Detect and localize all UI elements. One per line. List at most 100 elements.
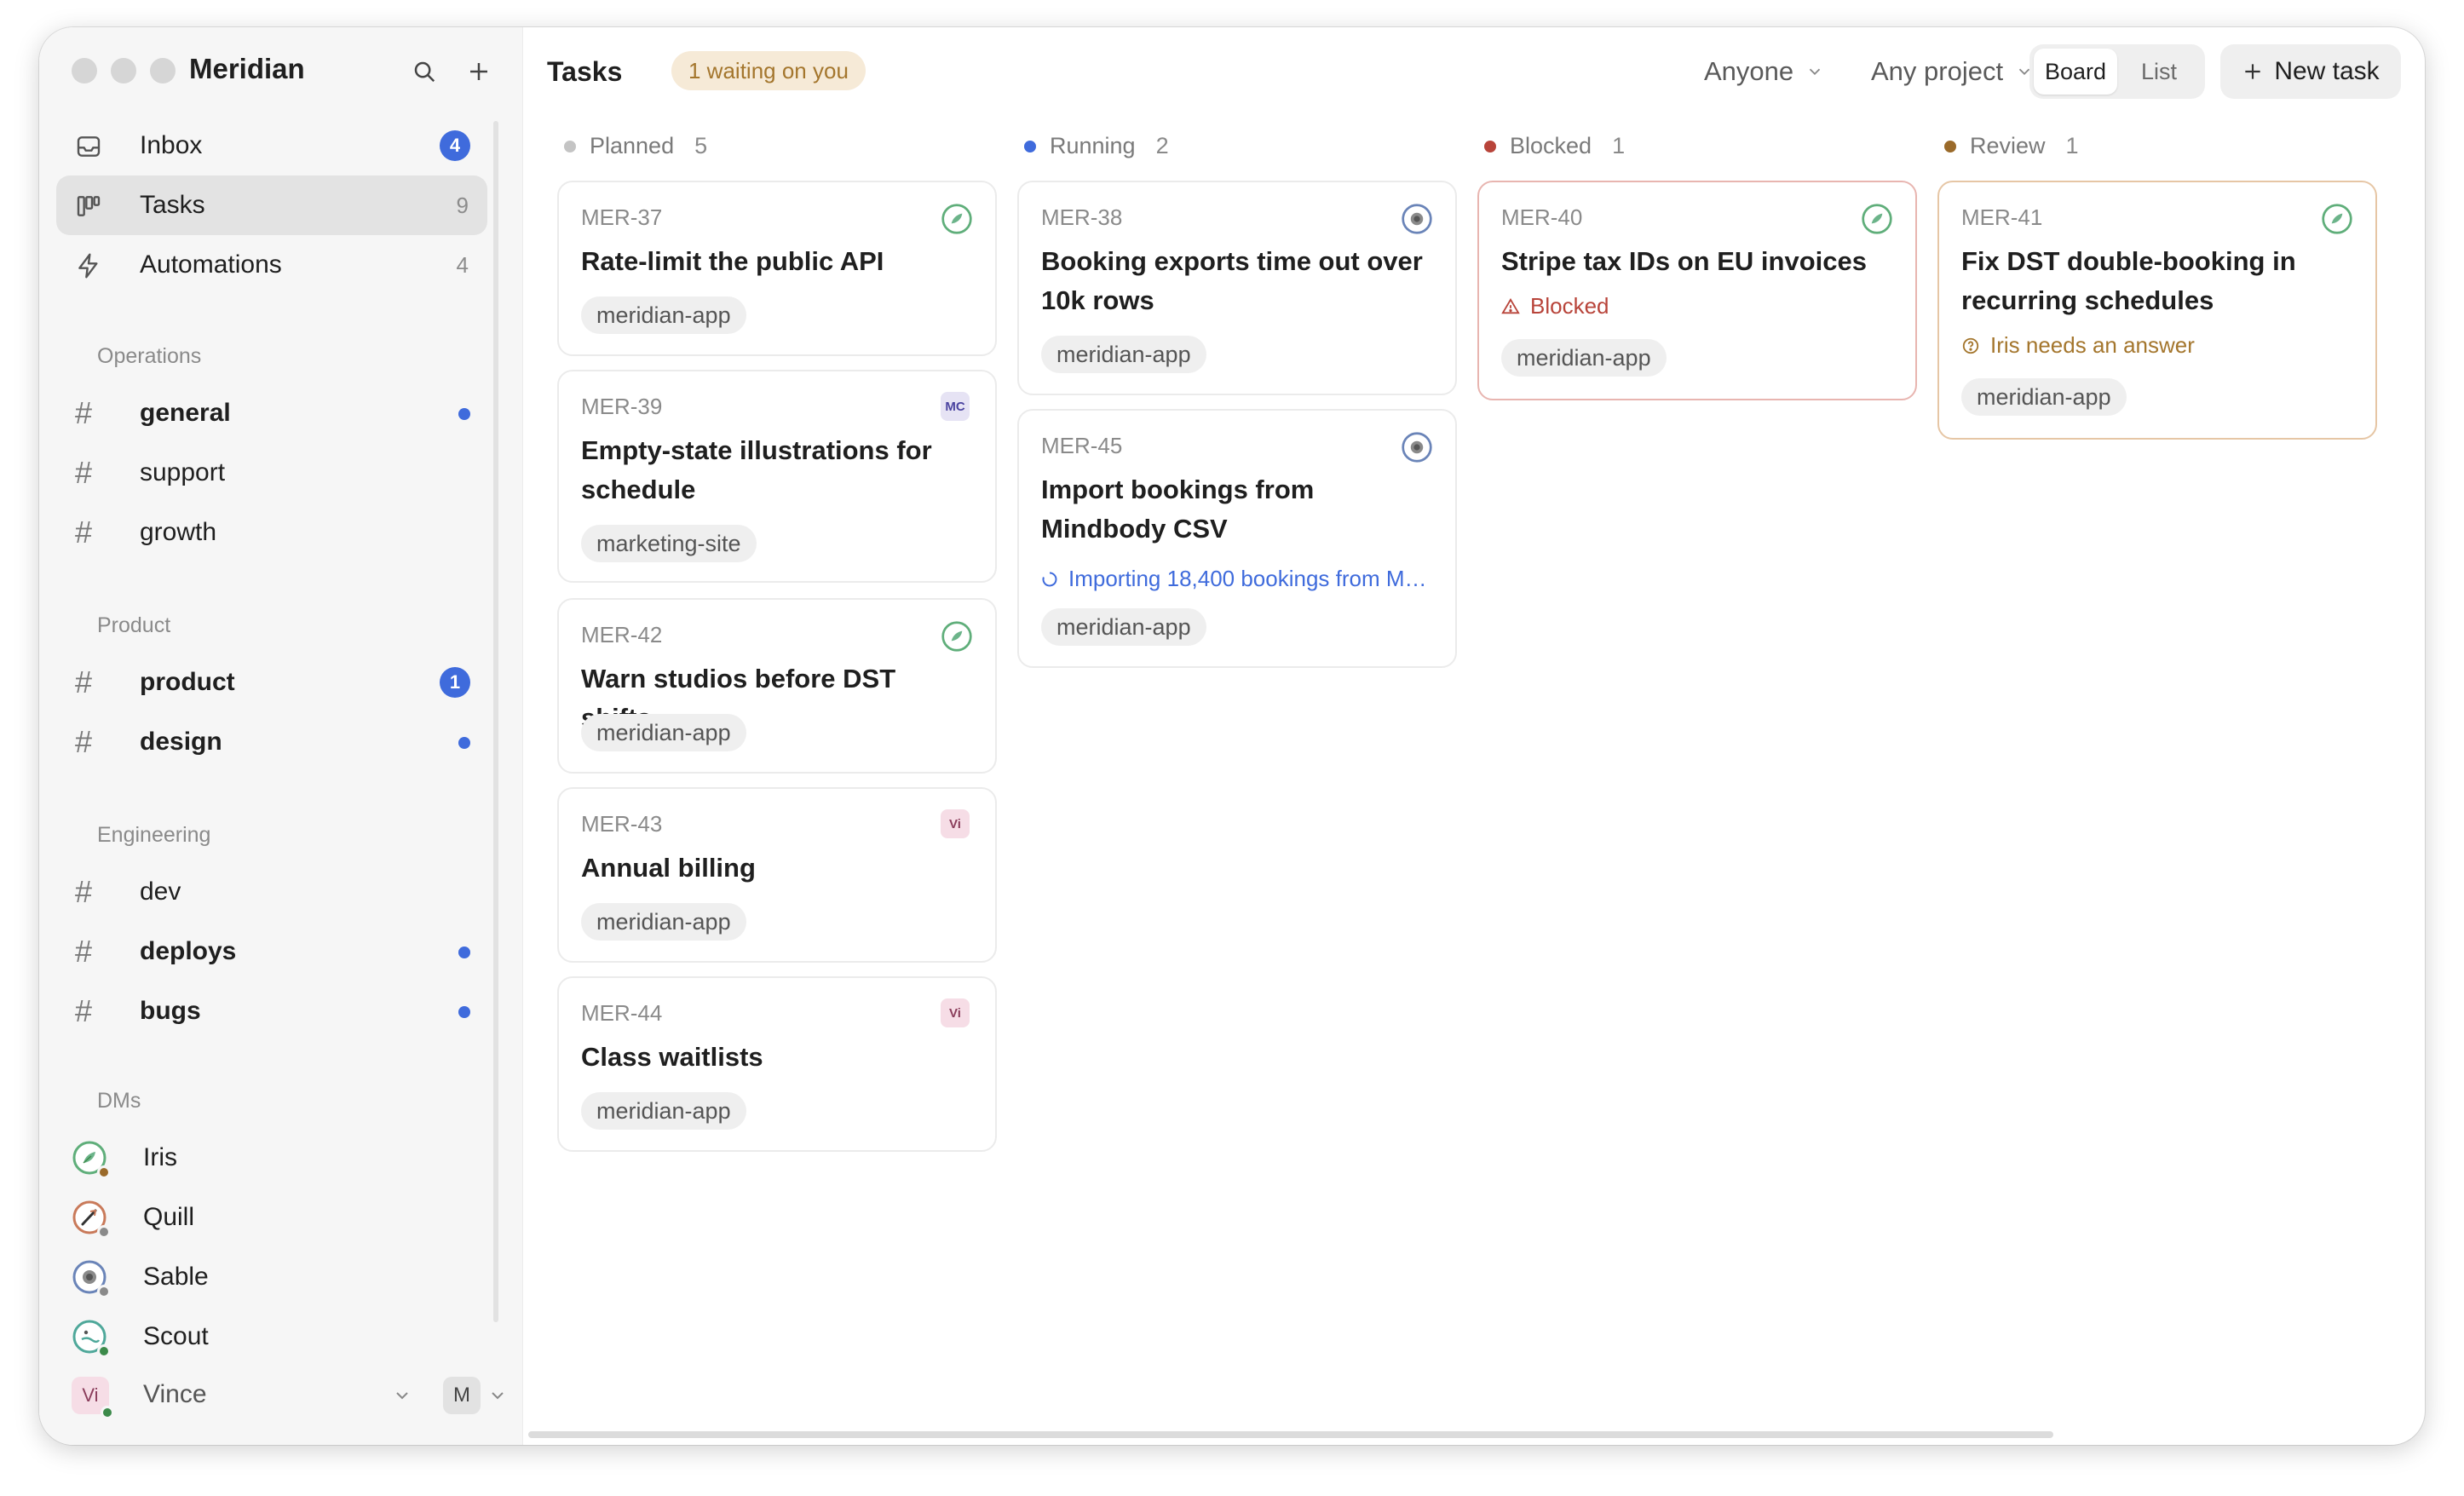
lightning-icon bbox=[78, 253, 98, 279]
presence-indicator bbox=[97, 1285, 111, 1298]
waiting-badge[interactable]: 1 waiting on you bbox=[671, 51, 866, 90]
section-title-product: Product bbox=[97, 613, 171, 637]
avatar: MC bbox=[941, 392, 973, 424]
task-status-text: Iris needs an answer bbox=[1990, 332, 2195, 358]
leaf-agent-icon bbox=[941, 621, 972, 652]
dm-label: Quill bbox=[143, 1203, 195, 1231]
task-id: MER-45 bbox=[1041, 433, 1123, 458]
minimize-window-button[interactable] bbox=[111, 58, 136, 83]
task-id: MER-40 bbox=[1501, 204, 1583, 230]
unread-dot bbox=[458, 737, 470, 749]
column-count: 2 bbox=[1155, 133, 1169, 158]
column-count: 5 bbox=[694, 133, 708, 158]
project-tag: meridian-app bbox=[581, 903, 746, 941]
chevron-down-icon[interactable] bbox=[487, 1385, 508, 1406]
presence-indicator bbox=[101, 1406, 114, 1419]
leaf-agent-icon bbox=[941, 204, 972, 234]
section-title-dms: DMs bbox=[97, 1089, 141, 1113]
hash-icon: # bbox=[75, 993, 93, 1028]
avatar: Vi bbox=[941, 998, 973, 1031]
dm-scout[interactable]: Scout bbox=[56, 1307, 487, 1367]
task-card-mer-44[interactable]: MER-44 Vi Class waitlists meridian-app bbox=[557, 976, 997, 1152]
warning-icon bbox=[1501, 297, 1520, 314]
task-title: Booking exports time out over 10k rows bbox=[1041, 246, 1423, 315]
leaf-agent-icon bbox=[2322, 204, 2352, 234]
task-title: Fix DST double-booking in recurring sche… bbox=[1961, 246, 2296, 315]
channel-general[interactable]: # general bbox=[56, 383, 487, 443]
hash-icon: # bbox=[75, 934, 93, 969]
new-task-button[interactable]: New task bbox=[2220, 44, 2401, 99]
avatar: Vi bbox=[72, 1377, 114, 1419]
task-title: Import bookings from Mindbody CSV bbox=[1041, 475, 1315, 544]
compose-button[interactable] bbox=[460, 53, 498, 90]
task-card-mer-45[interactable]: MER-45 Import bookings from Mindbody CSV… bbox=[1017, 409, 1457, 668]
presence-indicator bbox=[97, 1225, 111, 1239]
task-card-mer-39[interactable]: MER-39 MC Empty-state illustrations for … bbox=[557, 370, 997, 583]
status-dot bbox=[1944, 140, 1956, 152]
current-user-menu[interactable]: Vi Vince M bbox=[56, 1365, 508, 1424]
channel-design[interactable]: # design bbox=[56, 712, 487, 772]
project-filter[interactable]: Any project bbox=[1871, 56, 2034, 87]
task-title: Stripe tax IDs on EU invoices bbox=[1501, 246, 1867, 276]
app-window: Meridian Inbox 4 Tasks 9 Automations 4 O… bbox=[39, 27, 2425, 1445]
board-horizontal-scrollbar[interactable] bbox=[528, 1431, 2053, 1438]
project-tag: meridian-app bbox=[1501, 339, 1667, 377]
task-card-mer-37[interactable]: MER-37 Rate-limit the public API meridia… bbox=[557, 181, 997, 356]
sidebar-item-inbox[interactable]: Inbox 4 bbox=[56, 116, 487, 175]
channel-support[interactable]: # support bbox=[56, 443, 487, 503]
channel-deploys[interactable]: # deploys bbox=[56, 922, 487, 981]
channel-growth[interactable]: # growth bbox=[56, 503, 487, 562]
task-card-mer-38[interactable]: MER-38 Booking exports time out over 10k… bbox=[1017, 181, 1457, 395]
assignee-filter[interactable]: Anyone bbox=[1704, 56, 1824, 87]
task-id: MER-41 bbox=[1961, 204, 2043, 230]
task-id: MER-38 bbox=[1041, 204, 1123, 230]
dm-quill[interactable]: Quill bbox=[56, 1188, 487, 1247]
plus-icon bbox=[2245, 64, 2260, 79]
dm-sable[interactable]: Sable bbox=[56, 1247, 487, 1307]
column-name: Review bbox=[1970, 133, 2046, 158]
task-card-mer-40[interactable]: MER-40 Stripe tax IDs on EU invoices Blo… bbox=[1477, 181, 1917, 400]
avatar bbox=[72, 1259, 111, 1298]
section-title-engineering: Engineering bbox=[97, 823, 211, 847]
task-card-mer-41[interactable]: MER-41 Fix DST double-booking in recurri… bbox=[1937, 181, 2377, 440]
task-status-text: Importing 18,400 bookings from M… bbox=[1068, 566, 1427, 591]
status-dot bbox=[1484, 140, 1496, 152]
zoom-window-button[interactable] bbox=[150, 58, 176, 83]
task-title: Class waitlists bbox=[581, 1042, 763, 1072]
view-board-button[interactable]: Board bbox=[2034, 49, 2117, 95]
dm-iris[interactable]: Iris bbox=[56, 1128, 487, 1188]
channel-product[interactable]: # product 1 bbox=[56, 653, 487, 712]
view-list-button[interactable]: List bbox=[2117, 49, 2201, 95]
channel-label: deploys bbox=[140, 937, 237, 965]
search-button[interactable] bbox=[406, 53, 443, 90]
sidebar-item-tasks[interactable]: Tasks 9 bbox=[56, 175, 487, 235]
sable-agent-icon bbox=[1402, 204, 1432, 234]
hash-icon: # bbox=[75, 874, 93, 909]
workspace-switcher[interactable]: M bbox=[443, 1377, 481, 1414]
task-title: Annual billing bbox=[581, 853, 756, 883]
sidebar-item-label: Tasks bbox=[140, 191, 205, 219]
project-tag: marketing-site bbox=[581, 525, 757, 562]
task-card-mer-42[interactable]: MER-42 Warn studios before DST shifts me… bbox=[557, 598, 997, 774]
column-count: 1 bbox=[1612, 133, 1626, 158]
channel-label: dev bbox=[140, 877, 181, 906]
project-tag: meridian-app bbox=[581, 714, 746, 751]
avatar: Vi bbox=[941, 809, 973, 842]
unread-badge: 1 bbox=[440, 667, 470, 698]
task-id: MER-37 bbox=[581, 204, 663, 230]
task-title: Rate-limit the public API bbox=[581, 246, 884, 276]
close-window-button[interactable] bbox=[72, 58, 97, 83]
channel-dev[interactable]: # dev bbox=[56, 862, 487, 922]
task-card-mer-43[interactable]: MER-43 Vi Annual billing meridian-app bbox=[557, 787, 997, 963]
avatar-initials: Vi bbox=[941, 809, 970, 838]
workspace-initial: M bbox=[453, 1384, 470, 1407]
project-tag: meridian-app bbox=[1041, 336, 1206, 373]
column-count: 1 bbox=[2065, 133, 2079, 158]
chevron-down-icon[interactable] bbox=[392, 1385, 412, 1406]
unread-dot bbox=[458, 408, 470, 420]
sidebar-item-automations[interactable]: Automations 4 bbox=[56, 235, 487, 295]
sidebar-scrollbar[interactable] bbox=[493, 121, 498, 1322]
assignee-filter-label: Anyone bbox=[1704, 56, 1794, 86]
channel-bugs[interactable]: # bugs bbox=[56, 981, 487, 1041]
task-status: Iris needs an answer bbox=[1961, 332, 2195, 359]
